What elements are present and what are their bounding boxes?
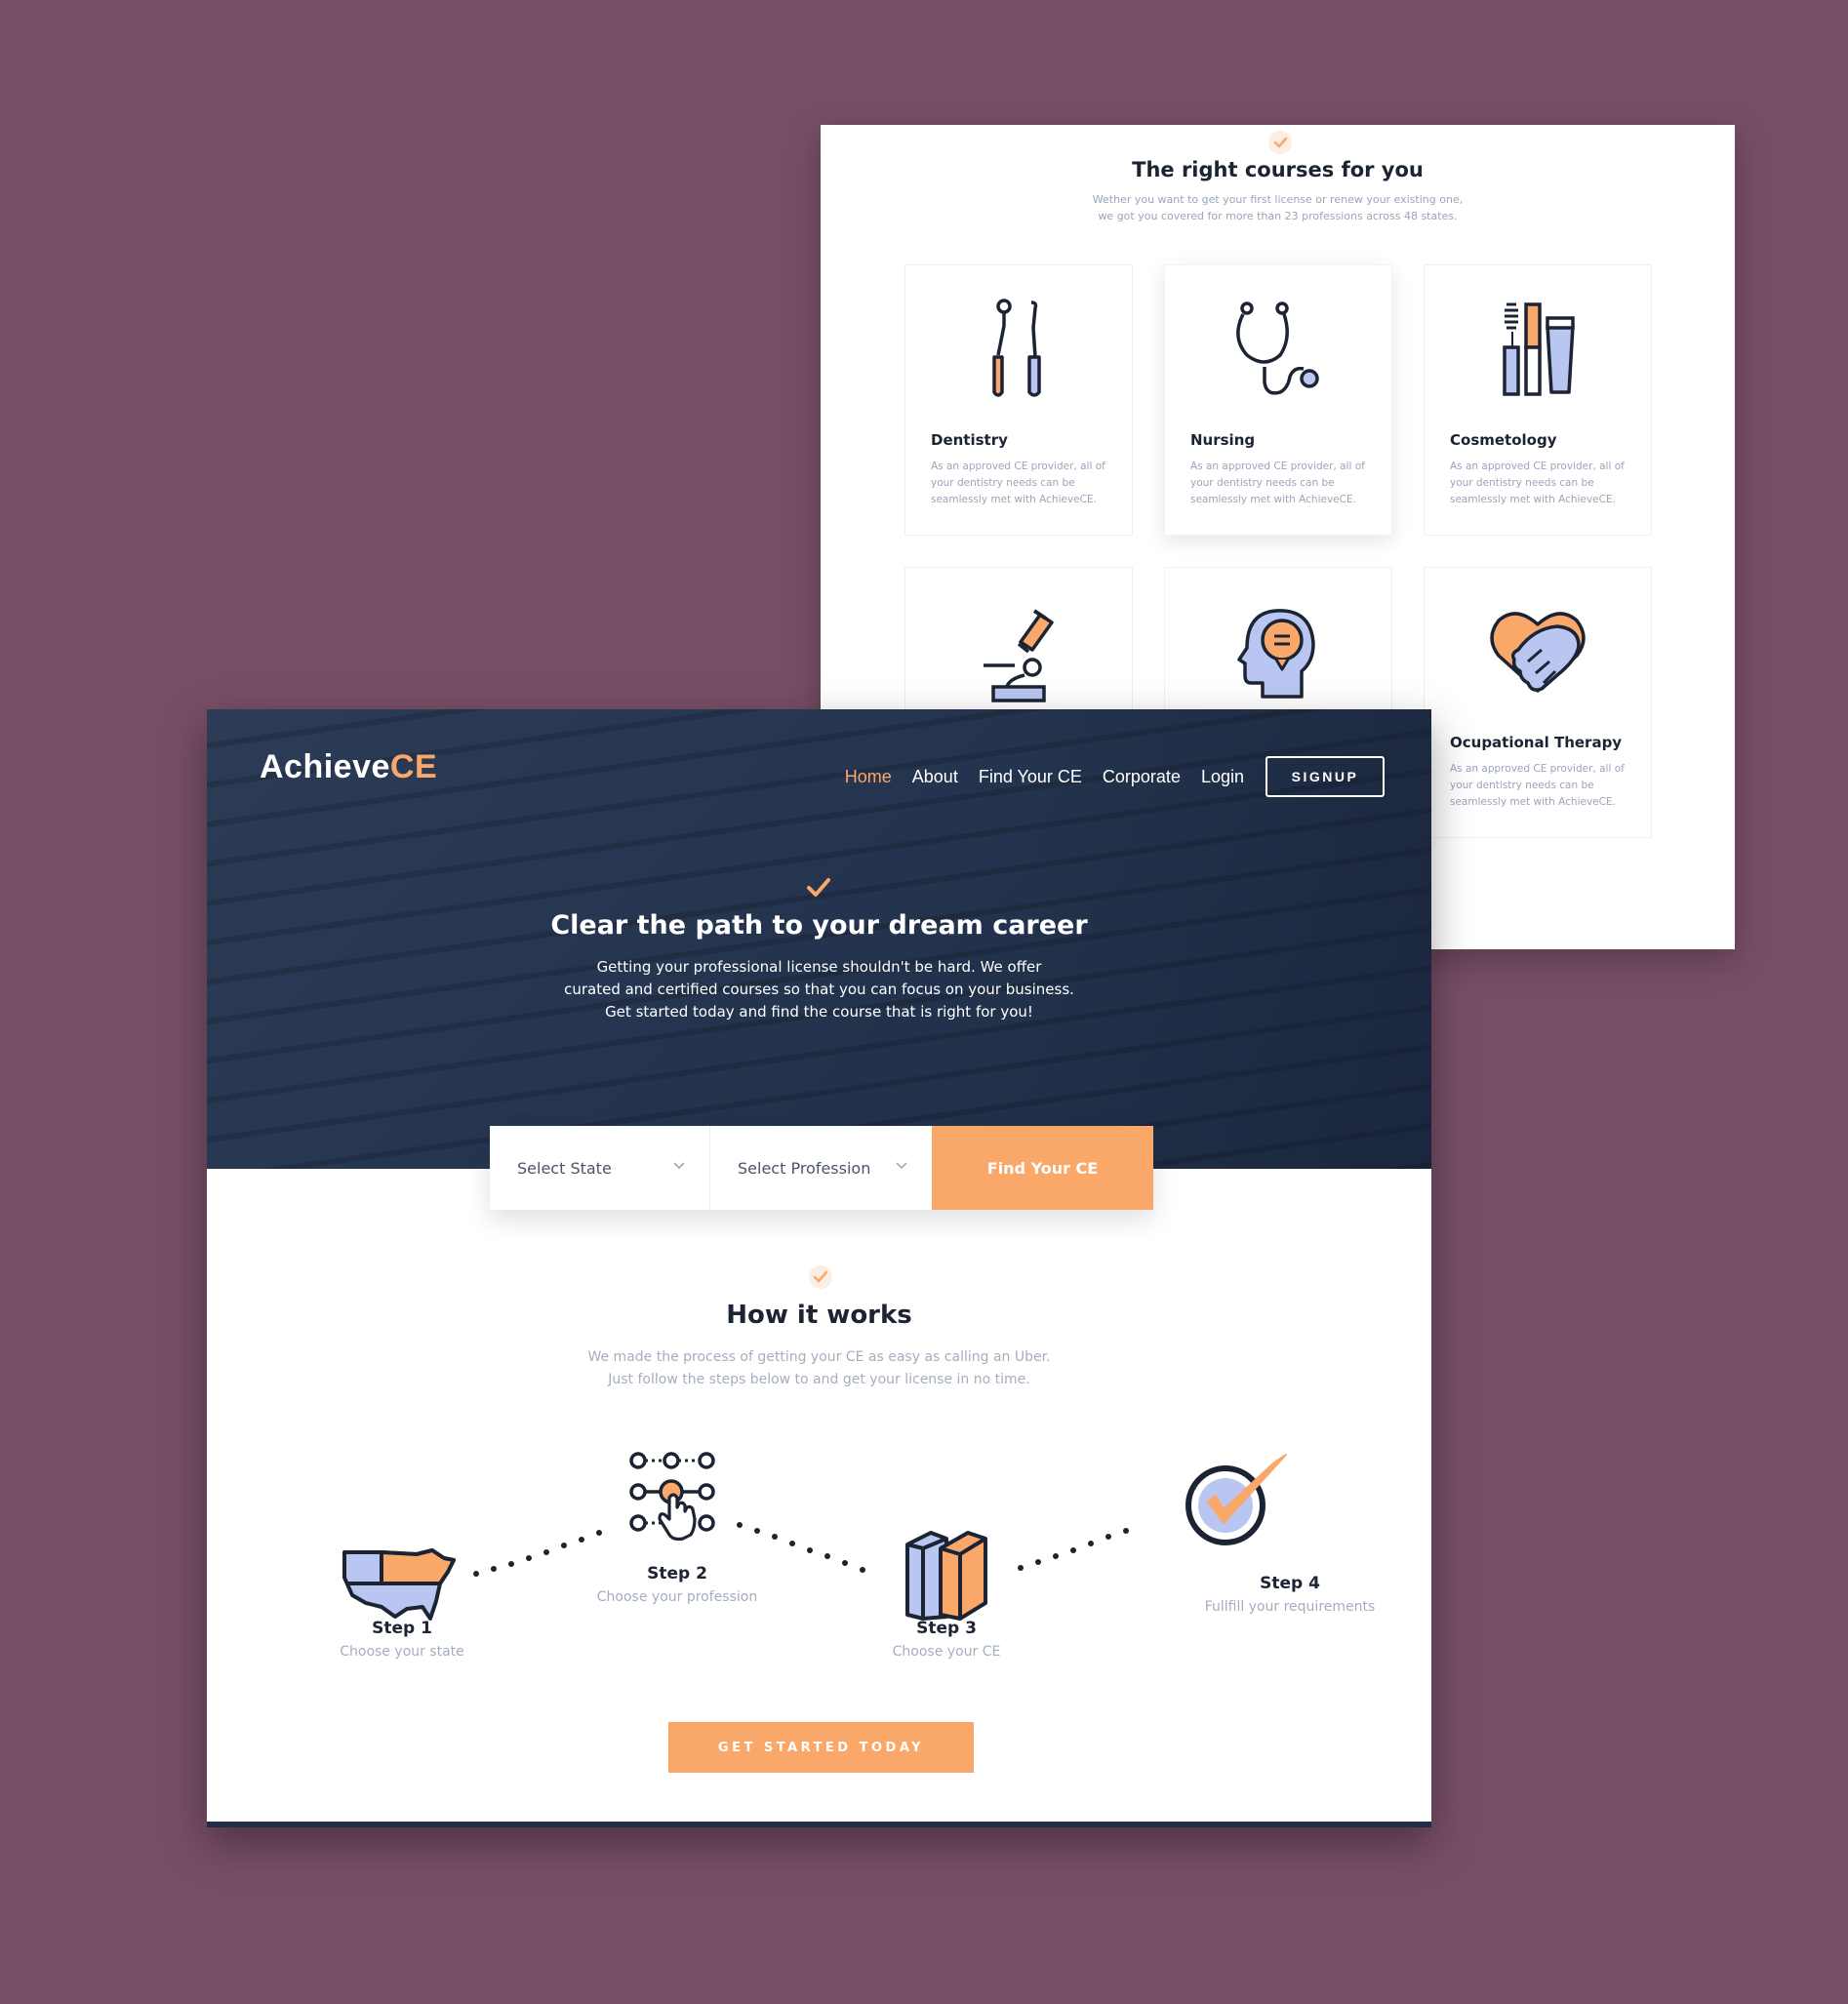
head-speech-icon	[1237, 607, 1319, 708]
check-badge	[1268, 131, 1292, 154]
signup-button[interactable]: SIGNUP	[1265, 756, 1385, 797]
nav-corporate[interactable]: Corporate	[1103, 767, 1181, 787]
hero-subtitle: Getting your professional license should…	[596, 958, 1042, 976]
check-icon	[807, 878, 830, 897]
landing-panel: AchieveCE Home About Find Your CE Corpor…	[207, 709, 1431, 1827]
hero-subtitle: curated and certified courses so that yo…	[564, 981, 1074, 998]
card-description: As an approved CE provider, all of your …	[1190, 461, 1365, 505]
get-started-button[interactable]: GET STARTED TODAY	[668, 1722, 974, 1773]
card-description: As an approved CE provider, all of your …	[1450, 763, 1625, 808]
dental-tools-icon	[984, 299, 1053, 404]
us-map-icon	[342, 1548, 456, 1621]
card-description: As an approved CE provider, all of your …	[931, 461, 1105, 505]
check-circle-icon	[1185, 1454, 1287, 1545]
hero-title: Clear the path to your dream career	[550, 910, 1088, 941]
dotted-path	[737, 1522, 865, 1573]
course-card-occupational-therapy[interactable]: Ocupational Therapy As an approved CE pr…	[1424, 567, 1652, 838]
chevron-down-icon	[673, 1162, 685, 1170]
main-nav: Home About Find Your CE Corporate Login …	[824, 756, 1385, 797]
dotted-path	[1018, 1528, 1129, 1571]
courses-subtitle: Wether you want to get your first licens…	[1092, 193, 1464, 206]
step-description: Choose your CE	[892, 1644, 1001, 1660]
card-title: Cosmetology	[1450, 431, 1557, 449]
card-title: Nursing	[1190, 431, 1256, 449]
footer-strip	[207, 1822, 1431, 1827]
books-icon	[905, 1531, 987, 1621]
stethoscope-icon	[1231, 299, 1325, 404]
check-icon	[809, 1265, 832, 1289]
step-description: Choose your profession	[596, 1589, 758, 1605]
logo-text: Achieve	[260, 748, 390, 785]
heart-handshake-icon	[1489, 607, 1587, 701]
hero-section: AchieveCE Home About Find Your CE Corpor…	[207, 709, 1431, 1169]
logo-accent: CE	[389, 748, 438, 785]
course-card-nursing[interactable]: Nursing As an approved CE provider, all …	[1164, 264, 1392, 536]
nav-home[interactable]: Home	[845, 767, 892, 787]
chevron-down-icon	[896, 1162, 907, 1170]
courses-subtitle: we got you covered for more than 23 prof…	[1098, 210, 1458, 222]
nav-login[interactable]: Login	[1201, 767, 1244, 787]
find-your-ce-button[interactable]: Find Your CE	[932, 1126, 1153, 1210]
step-title: Step 1	[372, 1619, 432, 1638]
card-description: As an approved CE provider, all of your …	[1450, 461, 1625, 505]
how-it-works-subtitle: We made the process of getting your CE a…	[587, 1349, 1051, 1365]
hero-subtitle: Get started today and find the course th…	[605, 1003, 1033, 1021]
how-it-works-title: How it works	[726, 1301, 912, 1330]
courses-title: The right courses for you	[1132, 158, 1424, 181]
search-bar: Select State Select Profession Find Your…	[490, 1126, 1153, 1210]
course-card-dentistry[interactable]: Dentistry As an approved CE provider, al…	[904, 264, 1133, 536]
step-title: Step 3	[916, 1619, 977, 1638]
step-title: Step 4	[1260, 1574, 1320, 1593]
state-select-label: Select State	[517, 1158, 612, 1178]
step-4: Step 4 Fullfill your requirements	[1192, 1574, 1387, 1615]
state-select[interactable]: Select State	[490, 1126, 710, 1210]
network-select-icon	[629, 1452, 715, 1542]
nav-find-your-ce[interactable]: Find Your CE	[979, 767, 1082, 787]
cosmetics-icon	[1497, 299, 1579, 404]
profession-select[interactable]: Select Profession	[710, 1126, 932, 1210]
check-icon	[1273, 137, 1288, 148]
step-description: Fullfill your requirements	[1204, 1599, 1376, 1615]
step-description: Choose your state	[340, 1644, 464, 1660]
how-it-works-subtitle: Just follow the steps below to and get y…	[608, 1372, 1030, 1387]
nav-about[interactable]: About	[912, 767, 958, 787]
profession-select-label: Select Profession	[738, 1158, 871, 1178]
course-card-cosmetology[interactable]: Cosmetology As an approved CE provider, …	[1424, 264, 1652, 536]
logo[interactable]: AchieveCE	[260, 748, 437, 786]
step-3: Step 3 Choose your CE	[849, 1619, 1044, 1660]
card-title: Dentistry	[931, 431, 1008, 449]
microscope-icon	[980, 609, 1058, 710]
step-1: Step 1 Choose your state	[304, 1619, 500, 1660]
card-title: Ocupational Therapy	[1450, 734, 1623, 751]
